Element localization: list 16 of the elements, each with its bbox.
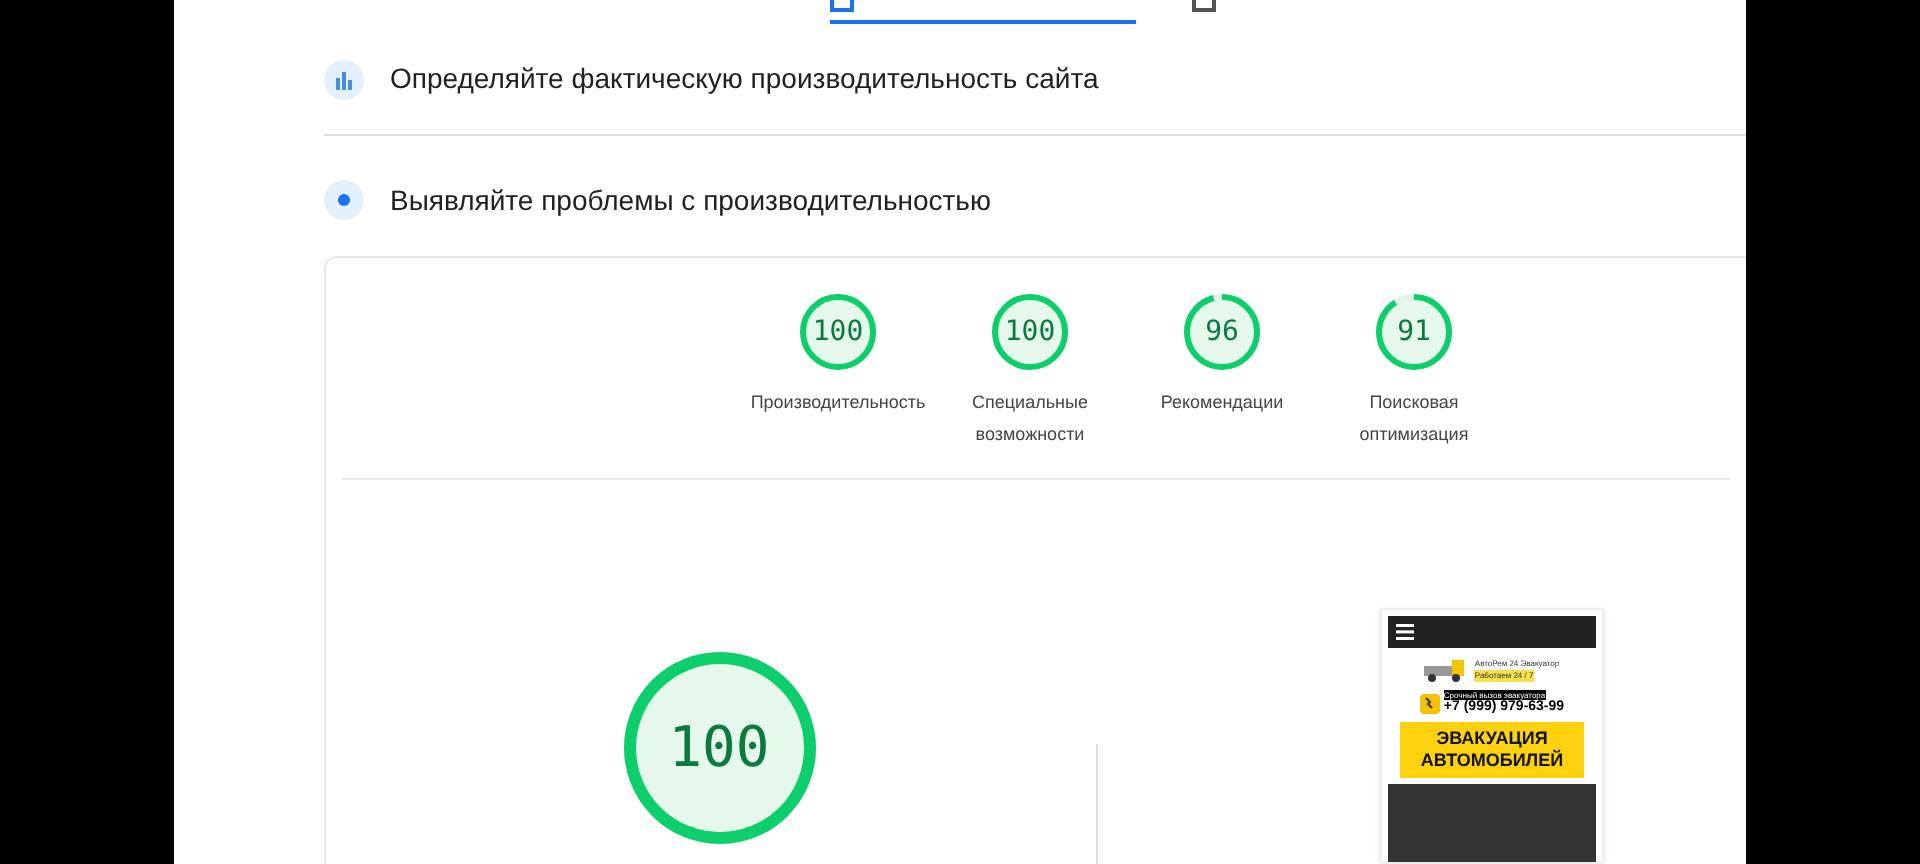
- section-title: Выявляйте проблемы с производительностью: [390, 181, 991, 220]
- promo-banner: ЭВАКУАЦИЯ АВТОМОБИЛЕЙ: [1400, 722, 1584, 778]
- menu-icon: [1396, 624, 1414, 640]
- category-label: Поисковая оптимизация: [1357, 390, 1471, 448]
- category-label: Рекомендации: [1158, 390, 1286, 416]
- score-value: 96: [1205, 313, 1239, 351]
- score-value: 100: [812, 313, 864, 351]
- section-title: Определяйте фактическую производительность сайта: [390, 60, 1099, 98]
- score-value: 91: [1397, 313, 1431, 351]
- target-icon: [324, 180, 364, 220]
- category-label: Производительность: [748, 390, 928, 416]
- score-value: 100: [1004, 313, 1056, 351]
- bar-chart-icon: [324, 59, 364, 99]
- score-value: 100: [668, 712, 770, 784]
- category-label: Специальные возможности: [970, 390, 1090, 448]
- tab[interactable]: [830, 0, 1136, 24]
